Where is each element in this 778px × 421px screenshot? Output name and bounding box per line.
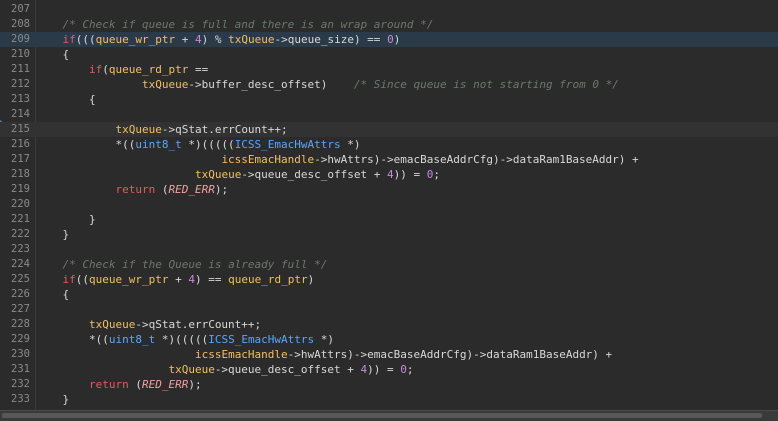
code-line[interactable]: 218 txQueue->queue_desc_offset + 4)) = 0… [0, 167, 778, 182]
line-number: 217 [11, 153, 30, 165]
code-text: txQueue->qStat.errCount++; [115, 123, 288, 136]
code-line[interactable]: 217 icssEmacHandle->hwAttrs)->emacBaseAd… [0, 152, 778, 167]
code-line[interactable]: 226 { [0, 287, 778, 302]
code-line[interactable]: 210 { [0, 47, 778, 62]
code-line[interactable]: 229 *((uint8_t *)(((((ICSS_EmacHwAttrs *… [0, 332, 778, 347]
code-text: { [36, 93, 96, 106]
code-line[interactable]: 214 [0, 107, 778, 122]
line-number: 211 [11, 63, 30, 75]
code-line[interactable]: 211 if(queue_rd_ptr == [0, 62, 778, 77]
line-number: 229 [11, 333, 30, 345]
code-text: /* Check if queue is full and there is a… [62, 18, 434, 31]
code-text: { [36, 48, 70, 61]
line-number: 224 [11, 258, 30, 270]
code-line[interactable]: 228 txQueue->qStat.errCount++; [0, 317, 778, 332]
code-text: txQueue->buffer_desc_offset) /* Since qu… [141, 78, 619, 91]
code-line[interactable]: 231 txQueue->queue_desc_offset + 4)) = 0… [0, 362, 778, 377]
code-line[interactable]: 230 icssEmacHandle->hwAttrs)->emacBaseAd… [0, 347, 778, 362]
code-line[interactable]: 225 if((queue_wr_ptr + 4) == queue_rd_pt… [0, 272, 778, 287]
code-line[interactable]: 224 /* Check if the Queue is already ful… [0, 257, 778, 272]
line-number: 221 [11, 213, 30, 225]
code-text: } [36, 393, 70, 406]
line-number: 210 [11, 48, 30, 60]
code-line[interactable]: 207 [0, 2, 778, 17]
code-text: *((uint8_t *)(((((ICSS_EmacHwAttrs *) [36, 138, 361, 151]
code-text: if(((queue_wr_ptr + 4) % txQueue->queue_… [62, 33, 401, 46]
line-number: 226 [11, 288, 30, 300]
scrollbar-thumb[interactable] [2, 413, 762, 418]
code-line[interactable]: 227 [0, 302, 778, 317]
code-line[interactable]: 223 [0, 242, 778, 257]
line-number: 230 [11, 348, 30, 360]
horizontal-scrollbar[interactable] [0, 410, 778, 421]
code-text: *((uint8_t *)(((((ICSS_EmacHwAttrs *) [36, 333, 335, 346]
line-number: 208 [11, 18, 30, 30]
line-number: 209 [11, 33, 30, 45]
code-text: if(queue_rd_ptr == [88, 63, 209, 76]
code-text: icssEmacHandle->hwAttrs)->emacBaseAddrCf… [194, 348, 613, 361]
code-line[interactable]: 209 if(((queue_wr_ptr + 4) % txQueue->qu… [0, 32, 778, 47]
code-line[interactable]: 222 } [0, 227, 778, 242]
line-number: 218 [11, 168, 30, 180]
code-text: return (RED_ERR); [88, 378, 202, 391]
code-text: } [36, 228, 70, 241]
code-line[interactable]: 212 txQueue->buffer_desc_offset) /* Sinc… [0, 77, 778, 92]
code-line[interactable]: 220 [0, 197, 778, 212]
line-number: 233 [11, 393, 30, 405]
line-number: 222 [11, 228, 30, 240]
line-number: 214 [11, 108, 30, 120]
line-number: 219 [11, 183, 30, 195]
code-line[interactable]: 232 return (RED_ERR); [0, 377, 778, 392]
code-text: return (RED_ERR); [115, 183, 229, 196]
code-text: icssEmacHandle->hwAttrs)->emacBaseAddrCf… [221, 153, 639, 166]
code-line[interactable]: 233 } [0, 392, 778, 407]
line-number: 216 [11, 138, 30, 150]
line-number: 223 [11, 243, 30, 255]
code-text: txQueue->queue_desc_offset + 4)) = 0; [194, 168, 441, 181]
code-text: } [36, 213, 96, 226]
line-number: 231 [11, 363, 30, 375]
code-line[interactable]: 219 return (RED_ERR); [0, 182, 778, 197]
code-text: /* Check if the Queue is already full */ [62, 258, 328, 271]
line-number: 228 [11, 318, 30, 330]
code-text: { [36, 288, 70, 301]
line-number: 213 [11, 93, 30, 105]
line-number: 232 [11, 378, 30, 390]
code-text: if((queue_wr_ptr + 4) == queue_rd_ptr) [62, 273, 315, 286]
line-number: 225 [11, 273, 30, 285]
line-number: 220 [11, 198, 30, 210]
line-number: 207 [11, 3, 30, 15]
code-editor[interactable]: 207 208 /* Check if queue is full and the… [0, 0, 778, 410]
code-line[interactable]: 221 } [0, 212, 778, 227]
code-text: txQueue->qStat.errCount++; [88, 318, 262, 331]
code-line[interactable]: 216 *((uint8_t *)(((((ICSS_EmacHwAttrs *… [0, 137, 778, 152]
line-number: 215 [11, 123, 30, 135]
code-text: txQueue->queue_desc_offset + 4)) = 0; [168, 363, 414, 376]
line-number: 227 [11, 303, 30, 315]
code-line[interactable]: 213 { [0, 92, 778, 107]
code-line[interactable]: 215 txQueue->qStat.errCount++; [0, 122, 778, 137]
line-number: 212 [11, 78, 30, 90]
code-line[interactable]: 208 /* Check if queue is full and there … [0, 17, 778, 32]
